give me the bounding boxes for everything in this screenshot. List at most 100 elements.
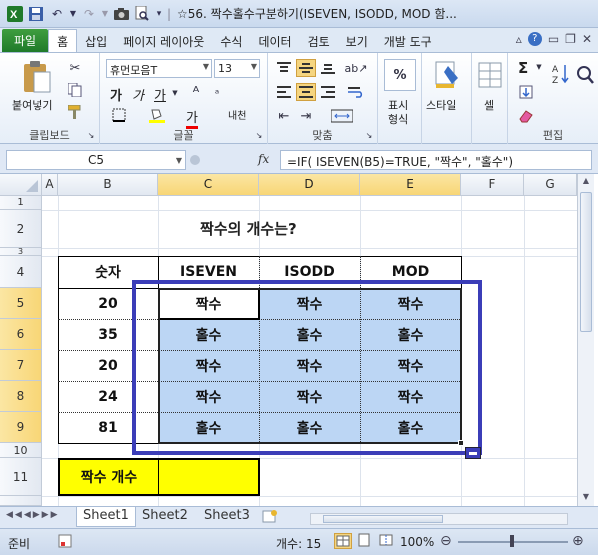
row-header-5[interactable]: 5 [0,288,42,319]
alignment-launcher-icon[interactable]: ↘ [364,129,374,141]
sheet-tab-3[interactable]: Sheet3 [198,507,256,527]
print-preview-icon[interactable] [133,5,151,23]
fill-icon[interactable] [516,83,536,101]
even-count-value[interactable] [159,460,258,494]
save-icon[interactable] [27,5,45,23]
row-header-9[interactable]: 9 [0,412,42,443]
vertical-scrollbar[interactable]: ▲ ▼ [577,174,594,506]
tab-formulas[interactable]: 수식 [212,30,250,52]
window-close-icon[interactable]: ✕ [582,32,592,46]
row-header-8[interactable]: 8 [0,381,42,412]
horizontal-scrollbar[interactable] [310,513,568,525]
zoom-out-icon[interactable]: ⊖ [440,533,452,549]
row-header-10[interactable]: 10 [0,443,42,458]
insert-sheet-icon[interactable] [262,509,280,525]
paste-options-icon[interactable] [465,447,481,459]
clipboard-launcher-icon[interactable]: ↘ [86,129,96,141]
autosum-dropdown-icon[interactable]: ▼ [534,61,544,73]
underline-dropdown-icon[interactable]: ▼ [170,86,180,100]
column-header-e[interactable]: E [360,174,461,196]
cut-icon[interactable]: ✂ [66,59,84,77]
percent-icon[interactable]: % [384,59,416,91]
paste-icon[interactable] [20,59,54,95]
undo-dropdown-icon[interactable]: ▼ [69,5,77,23]
fill-color-icon[interactable] [148,107,166,123]
name-box[interactable]: C5 ▼ [6,150,186,170]
customize-qat-icon[interactable]: ▾ [154,5,164,23]
select-all-corner[interactable] [0,174,42,196]
sheet-tab-2[interactable]: Sheet2 [136,507,194,527]
tab-view[interactable]: 보기 [338,30,376,52]
increase-font-icon[interactable]: ᴬ [186,83,206,101]
font-launcher-icon[interactable]: ↘ [254,129,264,141]
borders-icon[interactable] [110,107,128,123]
tab-developer[interactable]: 개발 도구 [376,30,440,52]
sheet-nav-icon[interactable]: ◀◀◀▶▶▶ [6,510,60,520]
redo-dropdown-icon[interactable]: ▼ [101,5,109,23]
row-header-11[interactable]: 11 [0,458,42,496]
column-header-d[interactable]: D [259,174,360,196]
scroll-down-icon[interactable]: ▼ [580,492,592,504]
column-header-f[interactable]: F [461,174,524,196]
excel-logo-icon[interactable]: X [6,5,24,23]
increase-indent-icon[interactable]: ⇥ [296,107,316,125]
merge-center-icon[interactable] [324,107,360,125]
scroll-thumb[interactable] [580,192,592,332]
copy-icon[interactable] [66,81,84,99]
clear-icon[interactable] [516,107,536,125]
cell-styles-icon[interactable] [432,59,464,91]
underline-button[interactable]: 가 [154,85,166,104]
column-header-g[interactable]: G [524,174,577,196]
minimize-ribbon-icon[interactable]: ▵ [516,32,522,46]
row-header-4[interactable]: 4 [0,256,42,288]
decrease-indent-icon[interactable]: ⇤ [274,107,294,125]
tab-page-layout[interactable]: 페이지 레이아웃 [115,30,212,52]
help-icon[interactable]: ? [527,32,542,46]
worksheet-grid[interactable]: A B C D E F G 1 2 3 4 5 6 7 8 9 10 11 짝수… [0,174,598,506]
orientation-icon[interactable]: ab↗ [344,59,368,77]
row-header-1[interactable]: 1 [0,196,42,210]
macro-record-icon[interactable] [58,534,74,548]
row-header-2[interactable]: 2 [0,210,42,248]
phonetic-button[interactable]: 내천 [228,107,246,122]
column-header-a[interactable]: A [42,174,58,196]
page-break-view-icon[interactable] [378,533,396,549]
row-header-6[interactable]: 6 [0,319,42,350]
name-box-dropdown-icon[interactable]: ▼ [176,152,182,170]
sort-filter-icon[interactable]: AZ [550,59,572,91]
align-center-icon[interactable] [296,83,316,101]
find-select-icon[interactable] [574,59,596,91]
formula-bar-grip-icon[interactable] [190,155,200,165]
autosum-icon[interactable]: Σ [518,59,528,77]
font-name-dropdown-icon[interactable]: ▼ [203,62,209,71]
font-size-dropdown-icon[interactable]: ▼ [251,62,257,71]
font-color-button[interactable]: 가 [186,107,198,129]
sheet-tab-1[interactable]: Sheet1 [76,507,136,527]
column-header-b[interactable]: B [58,174,158,196]
h-scroll-thumb[interactable] [323,515,443,523]
tab-review[interactable]: 검토 [300,30,338,52]
align-right-icon[interactable] [318,83,338,101]
undo-icon[interactable]: ↶ [48,5,66,23]
redo-icon[interactable]: ↷ [80,5,98,23]
zoom-slider-thumb[interactable] [510,535,514,547]
tab-file[interactable]: 파일 [2,29,49,52]
normal-view-icon[interactable] [334,533,352,549]
align-bottom-icon[interactable] [318,59,338,77]
font-name-combo[interactable]: 휴먼모음T ▼ [106,59,212,78]
window-restore-icon[interactable]: ❐ [565,32,576,46]
even-count-label[interactable]: 짝수 개수 [60,460,158,494]
zoom-in-icon[interactable]: ⊕ [572,533,584,549]
insert-function-icon[interactable]: fx [258,152,269,166]
font-size-combo[interactable]: 13 ▼ [214,59,260,78]
align-top-icon[interactable] [274,59,294,77]
tab-data[interactable]: 데이터 [250,30,299,52]
row-header-12[interactable] [0,496,42,506]
row-header-3[interactable]: 3 [0,247,42,256]
cells-label[interactable]: 셀 [484,97,494,113]
row-header-7[interactable]: 7 [0,350,42,381]
cells-icon[interactable] [476,59,504,91]
decrease-font-icon[interactable]: ᵃ [208,85,226,101]
page-layout-view-icon[interactable] [356,533,374,549]
tab-home[interactable]: 홈 [48,29,78,52]
